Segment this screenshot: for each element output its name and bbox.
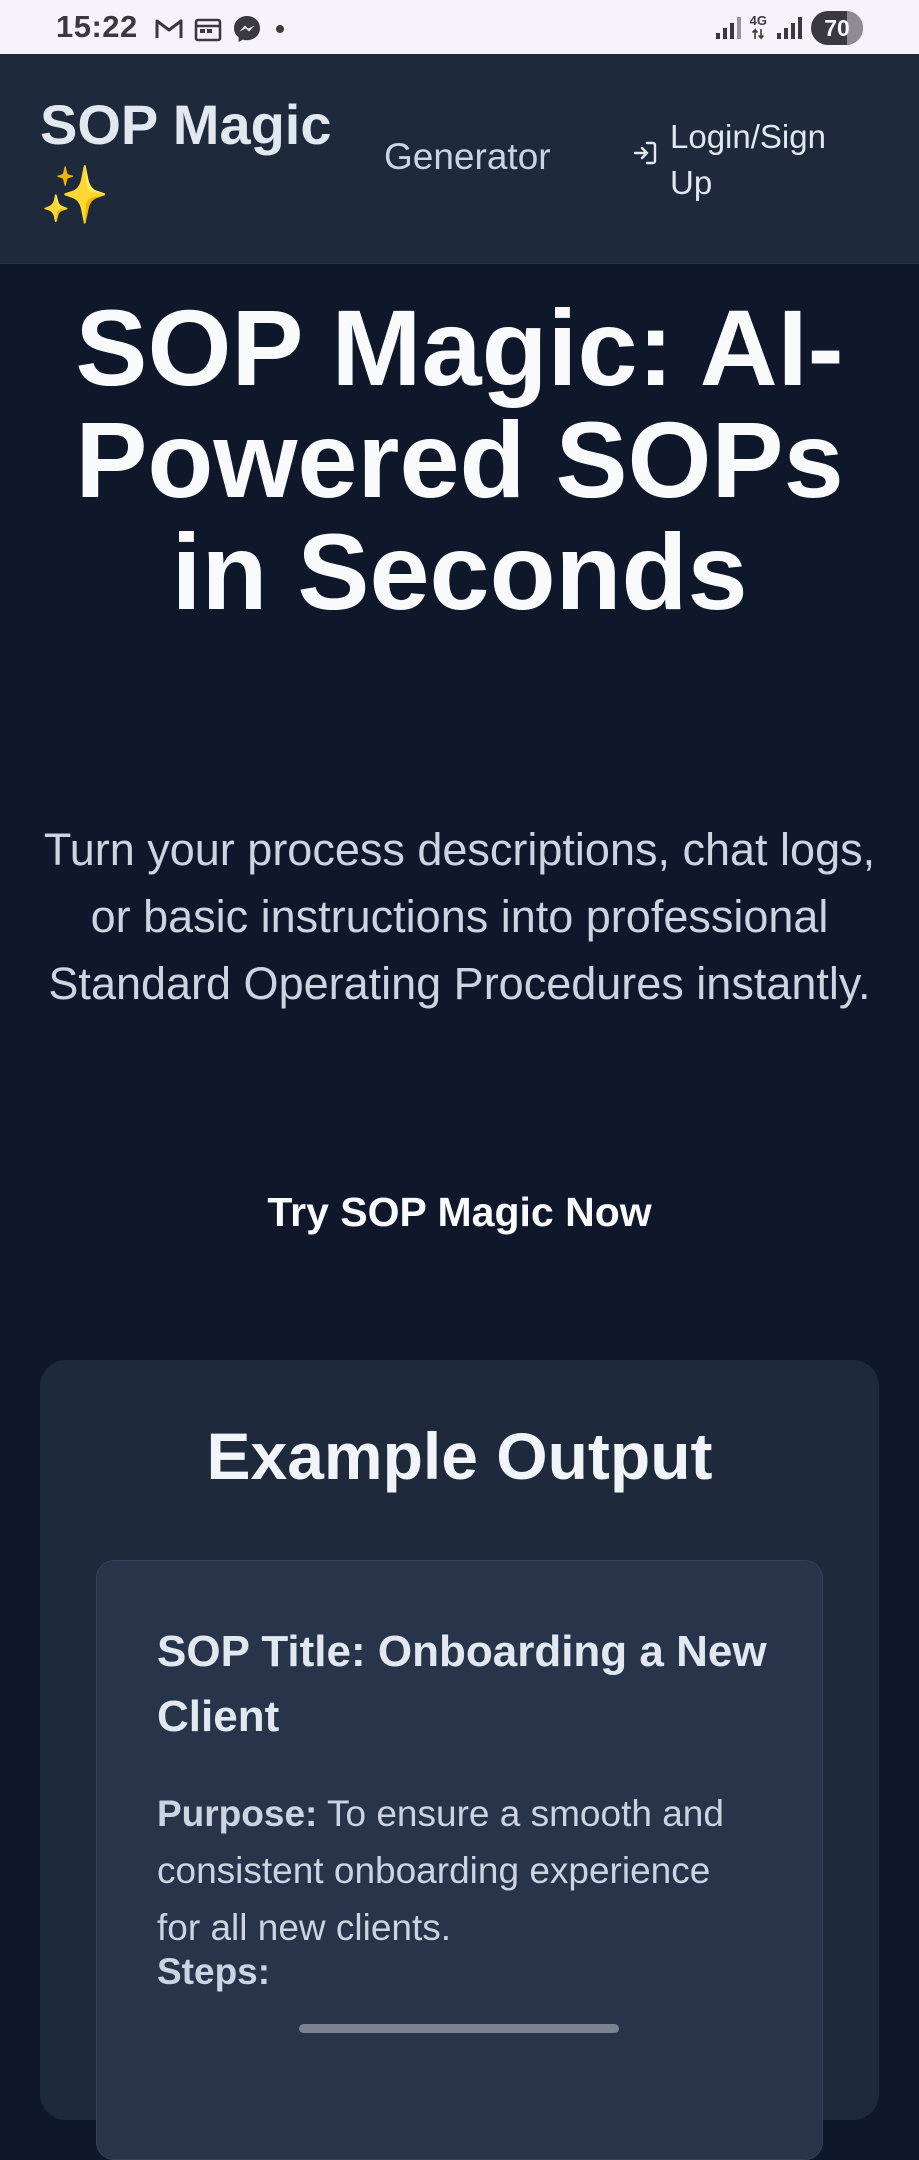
messenger-icon xyxy=(234,16,260,42)
gesture-navigation-handle[interactable] xyxy=(299,2024,619,2033)
signal-icon xyxy=(715,17,741,39)
login-label: Login/Sign Up xyxy=(670,118,826,201)
battery-level: 70 xyxy=(824,14,850,41)
sop-purpose: Purpose: To ensure a smooth and consiste… xyxy=(157,1785,757,1956)
nav-link-generator[interactable]: Generator xyxy=(384,136,551,178)
network-type: 4G xyxy=(750,14,767,41)
navbar: SOP Magic ✨ Generator Login/Sign Up xyxy=(0,54,919,264)
brand-logo[interactable]: SOP Magic ✨ xyxy=(40,90,360,230)
example-heading: Example Output xyxy=(206,1419,713,1493)
login-arrow-icon xyxy=(633,141,657,165)
example-output-section: Example Output SOP Title: Onboarding a N… xyxy=(40,1360,879,2160)
nav-link-login[interactable]: Login/Sign Up xyxy=(632,114,860,206)
gmail-icon xyxy=(155,19,183,38)
hero-title: SOP Magic: AI-Powered SOPs in Seconds xyxy=(75,287,844,632)
status-bar: 15:22 4G 70 xyxy=(0,0,919,54)
battery-icon: 70 xyxy=(811,11,863,45)
status-notification-icons xyxy=(154,14,288,44)
purpose-label: Purpose: xyxy=(157,1793,318,1834)
steps-label: Steps: xyxy=(157,1951,271,1992)
notification-dot-icon xyxy=(276,25,284,33)
signal-icon xyxy=(777,17,802,39)
calendar-icon xyxy=(194,18,222,42)
status-time: 15:22 xyxy=(56,9,138,44)
data-transfer-icon xyxy=(752,28,765,40)
sop-title: SOP Title: Onboarding a New Client xyxy=(157,1627,767,1741)
hero-subtitle: Turn your process descriptions, chat log… xyxy=(43,824,876,1009)
status-system-icons: 4G 70 xyxy=(714,11,863,45)
try-sop-magic-button[interactable]: Try SOP Magic Now xyxy=(200,1174,719,1250)
example-sop-card: SOP Title: Onboarding a New Client Purpo… xyxy=(96,1560,823,2160)
